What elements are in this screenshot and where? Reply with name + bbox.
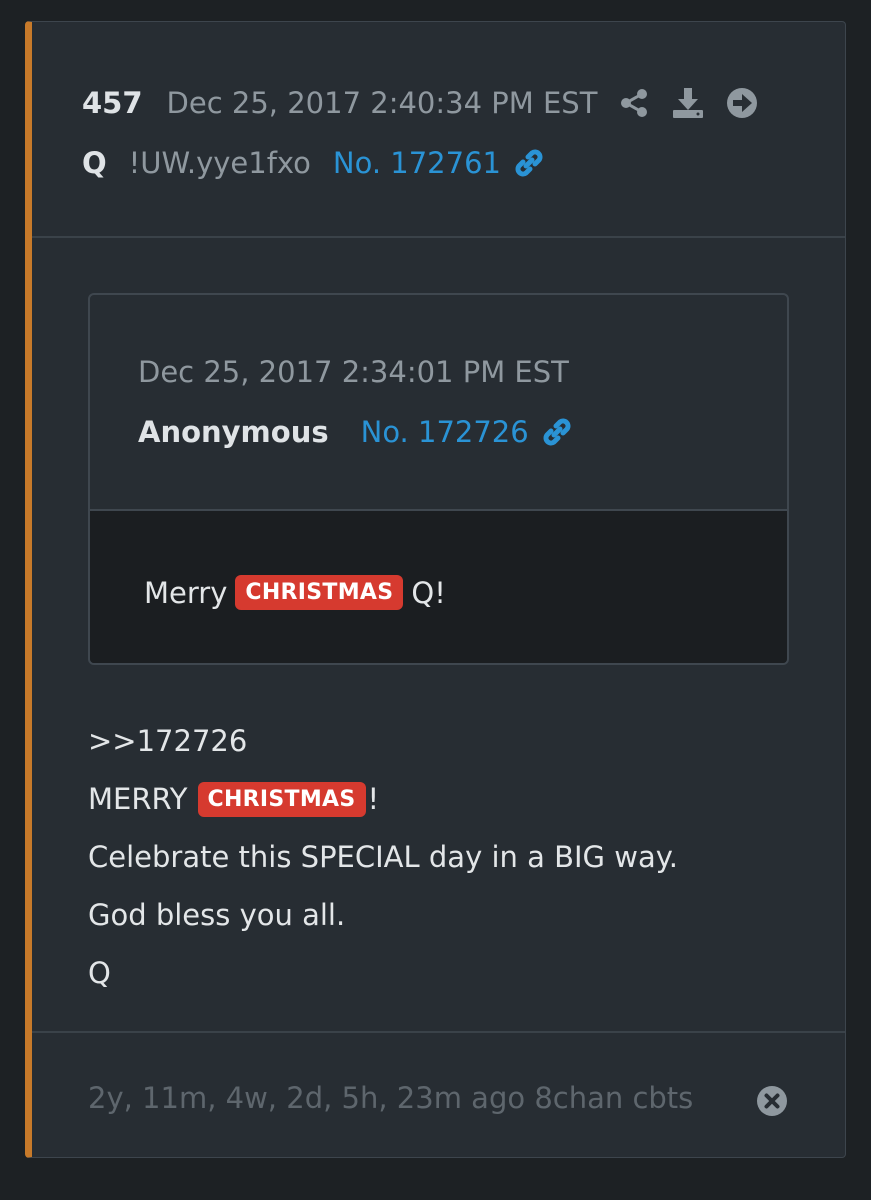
quoted-post-date: Dec 25, 2017 2:34:01 PM EST (138, 355, 569, 389)
post-author: Q (82, 146, 107, 180)
post-author-row: Q !UW.yye1fxo No. 172761 (82, 142, 547, 184)
quoted-post-header: Dec 25, 2017 2:34:01 PM EST Anonymous No… (90, 295, 787, 511)
quoted-post-number-link[interactable]: No. 172726 (361, 415, 529, 449)
quoted-post-author: Anonymous (138, 415, 329, 449)
post-tripcode: !UW.yye1fxo (128, 146, 311, 180)
post-number-link[interactable]: No. 172761 (333, 146, 501, 180)
highlight-badge: CHRISTMAS (197, 781, 366, 817)
download-icon[interactable] (671, 86, 705, 120)
post-meta-row: 457 Dec 25, 2017 2:40:34 PM EST (82, 82, 779, 124)
post-card: 457 Dec 25, 2017 2:40:34 PM EST Q !UW.yy… (25, 21, 846, 1158)
post-footer: 2y, 11m, 4w, 2d, 5h, 23m ago 8chan cbts (32, 1031, 845, 1157)
post-age-source: 2y, 11m, 4w, 2d, 5h, 23m ago 8chan cbts (88, 1081, 694, 1115)
post-date: Dec 25, 2017 2:40:34 PM EST (166, 86, 598, 120)
body-line-celebrate: Celebrate this SPECIAL day in a BIG way. (88, 840, 678, 874)
quoted-text-before: Merry (144, 575, 228, 610)
quoted-text-after: Q! (411, 575, 446, 610)
highlight-badge: CHRISTMAS (235, 575, 404, 610)
greeting-punctuation: ! (367, 782, 380, 816)
quoted-post-author-row: Anonymous No. 172726 (138, 411, 575, 453)
quoted-post-body: Merry CHRISTMAS Q! (90, 511, 787, 663)
reply-reference[interactable]: >>172726 (88, 712, 678, 770)
body-line-greeting: MERRY CHRISTMAS ! (88, 770, 678, 828)
greeting-text: MERRY (88, 782, 188, 816)
post-body: >>172726 MERRY CHRISTMAS ! Celebrate thi… (88, 712, 678, 1002)
quoted-post[interactable]: Dec 25, 2017 2:34:01 PM EST Anonymous No… (88, 293, 789, 665)
link-icon[interactable] (539, 414, 575, 450)
post-number: 457 (82, 86, 143, 120)
arrow-circle-right-icon[interactable] (725, 86, 759, 120)
share-icon[interactable] (617, 86, 651, 120)
body-line-signature: Q (88, 956, 111, 990)
close-circle-icon[interactable] (756, 1085, 788, 1117)
post-header: 457 Dec 25, 2017 2:40:34 PM EST Q !UW.yy… (32, 22, 845, 238)
quoted-post-text: Merry CHRISTMAS Q! (144, 575, 446, 610)
body-line-blessing: God bless you all. (88, 898, 346, 932)
link-icon[interactable] (511, 145, 547, 181)
